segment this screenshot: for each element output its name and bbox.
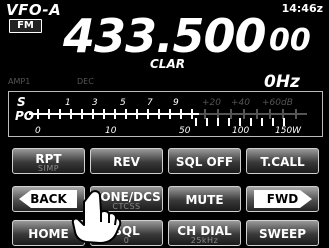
sql-off-button[interactable]: SQL OFF — [168, 148, 241, 174]
clar-label: CLAR — [150, 57, 185, 71]
s-po-meter: S PO 1 3 5 7 9 +20 +40 +60dB 0 10 50 100… — [8, 91, 323, 137]
clock: 14:46z — [281, 2, 323, 15]
ch-dial-button[interactable]: CH DIAL 25kHz — [168, 220, 241, 246]
po-scale-label: 100 — [232, 126, 249, 136]
rpt-button[interactable]: RPT SIMP — [12, 148, 85, 174]
meter-tick-bars — [29, 109, 307, 126]
clar-offset: 0Hz — [264, 72, 300, 92]
vfo-label: VFO-A — [6, 1, 62, 19]
po-scale-label: 150W — [275, 126, 302, 136]
mute-label: MUTE — [185, 193, 224, 207]
s-scale-label: 5 — [120, 98, 126, 108]
s-scale-label: 1 — [65, 98, 71, 108]
po-scale-label: 50 — [179, 126, 191, 136]
fwd-button[interactable]: FWD — [246, 186, 319, 212]
rev-button[interactable]: REV — [90, 148, 163, 174]
dec-indicator: DEC — [77, 77, 94, 86]
frequency-small: 00 — [269, 23, 311, 58]
s-scale-label: 9 — [173, 98, 179, 108]
sql-off-label: SQL OFF — [175, 155, 234, 169]
po-scale-label: 0 — [35, 126, 41, 136]
mode-badge: FM — [9, 19, 42, 33]
pointing-hand-icon — [71, 190, 122, 244]
s-scale-label: +40 — [231, 98, 250, 108]
po-scale-label: 10 — [105, 126, 117, 136]
frequency-main: 433.500 — [63, 9, 267, 63]
meter-scale: 1 3 5 7 9 +20 +40 +60dB 0 10 50 100 150W — [29, 98, 307, 136]
s-scale-label: +20 — [202, 98, 221, 108]
sweep-label: SWEEP — [258, 227, 307, 241]
rpt-sublabel: SIMP — [37, 164, 60, 173]
s-scale-label: 3 — [92, 98, 98, 108]
fwd-label: FWD — [266, 192, 299, 206]
t-call-button[interactable]: T.CALL — [246, 148, 319, 174]
s-scale-label: +60dB — [262, 98, 293, 108]
amp-indicator: AMP1 — [8, 77, 31, 86]
sweep-button[interactable]: SWEEP — [246, 220, 319, 246]
radio-display: VFO-A 14:46z FM 433.500 00 CLAR AMP1 DEC… — [0, 0, 329, 248]
t-call-label: T.CALL — [260, 155, 305, 169]
mute-button[interactable]: MUTE — [168, 186, 241, 212]
s-scale-label: 7 — [147, 98, 153, 108]
ch-dial-sublabel: 25kHz — [190, 236, 219, 245]
rev-label: REV — [113, 155, 140, 169]
